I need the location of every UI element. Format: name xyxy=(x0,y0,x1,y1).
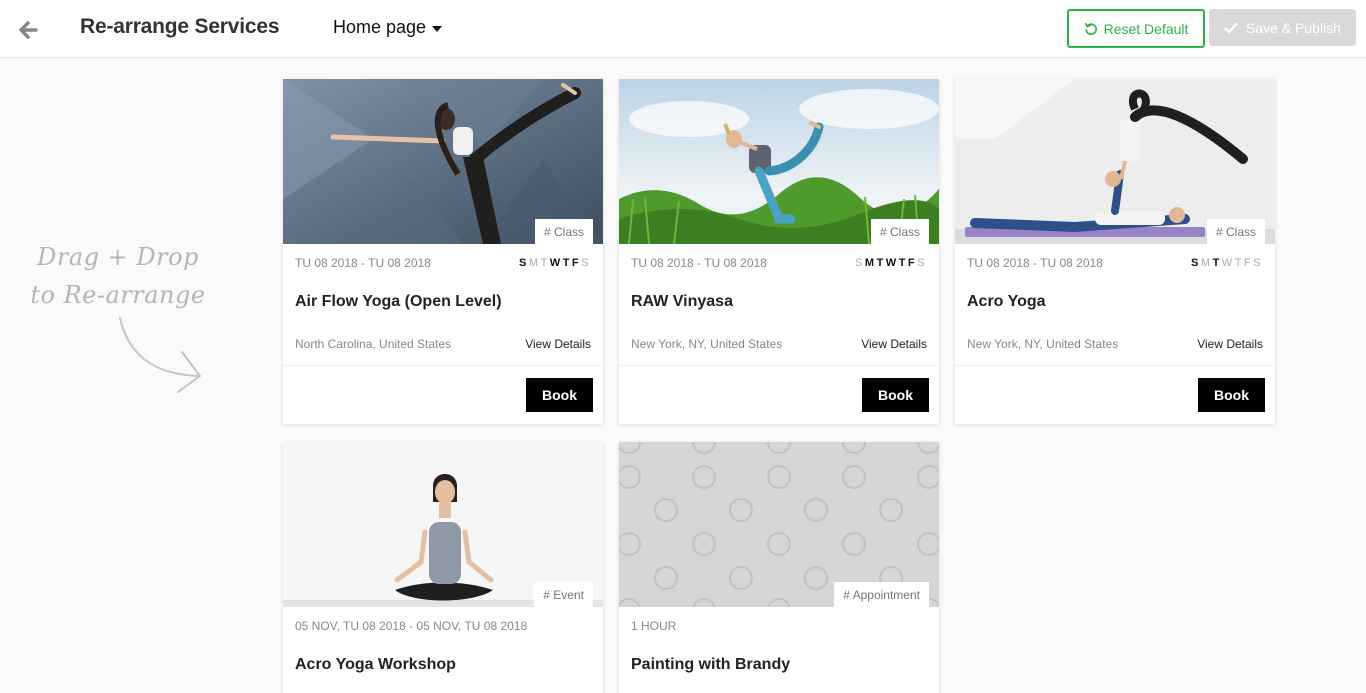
day-friday: F xyxy=(571,257,582,269)
day-sunday: S xyxy=(1191,257,1201,269)
day-tuesday: T xyxy=(1212,257,1222,269)
date-range: 05 NOV, TU 08 2018 - 05 NOV, TU 08 2018 xyxy=(295,619,528,633)
date-range: TU 08 2018 - TU 08 2018 xyxy=(631,256,767,270)
service-card[interactable]: # Class TU 08 2018 - TU 08 2018 SMTWTFS … xyxy=(283,79,603,424)
service-location: North Carolina, United States xyxy=(295,336,452,351)
duration: 1 HOUR xyxy=(631,619,677,633)
service-image: # Class xyxy=(283,79,603,244)
save-publish-label: Save & Publish xyxy=(1246,19,1341,36)
service-card[interactable]: # Class TU 08 2018 - TU 08 2018 SMTWTFS … xyxy=(619,79,939,424)
top-bar: Re-arrange Services Home page Reset Defa… xyxy=(0,0,1366,58)
day-wednesday: W xyxy=(1221,257,1235,269)
day-wednesday: W xyxy=(549,257,563,269)
view-details-link[interactable]: View Details xyxy=(525,337,591,351)
service-title: Painting with Brandy xyxy=(631,656,791,673)
day-thursday: T xyxy=(1234,257,1244,269)
service-location: New York, NY, United States xyxy=(967,336,1119,351)
day-monday: M xyxy=(528,257,541,269)
day-thursday: T xyxy=(898,257,908,269)
view-details-link[interactable]: View Details xyxy=(1197,337,1263,351)
save-publish-button[interactable]: Save & Publish xyxy=(1209,9,1356,46)
day-saturday: S xyxy=(1253,257,1263,269)
drag-hint: Drag + Drop to Re-arrange xyxy=(18,238,218,314)
service-image: # Class xyxy=(619,79,939,244)
service-image: # Event xyxy=(283,442,603,607)
service-card[interactable]: # Class TU 08 2018 - TU 08 2018 SMTWTFS … xyxy=(955,79,1275,424)
day-monday: M xyxy=(864,257,877,269)
service-title: Acro Yoga Workshop xyxy=(295,656,456,673)
category-tag: # Appointment xyxy=(834,582,929,607)
service-card[interactable]: # Event 05 NOV, TU 08 2018 - 05 NOV, TU … xyxy=(283,442,603,693)
caret-down-icon xyxy=(432,25,443,32)
weekday-indicator: SMTWTFS xyxy=(519,257,591,269)
category-tag: # Event xyxy=(534,582,593,607)
service-title: Air Flow Yoga (Open Level) xyxy=(295,293,502,310)
day-monday: M xyxy=(1200,257,1213,269)
category-tag: # Class xyxy=(534,219,593,244)
curved-arrow-icon xyxy=(119,317,201,393)
date-range: TU 08 2018 - TU 08 2018 xyxy=(967,256,1103,270)
service-title: RAW Vinyasa xyxy=(631,293,733,310)
category-tag: # Class xyxy=(870,219,929,244)
day-saturday: S xyxy=(581,257,591,269)
reset-default-label: Reset Default xyxy=(1103,20,1189,37)
day-wednesday: W xyxy=(885,257,899,269)
page-title: Re-arrange Services xyxy=(80,15,280,38)
drag-hint-line-2: to Re-arrange xyxy=(30,281,206,309)
reset-default-button[interactable]: Reset Default xyxy=(1067,9,1205,48)
day-tuesday: T xyxy=(540,257,550,269)
service-image: # Class xyxy=(955,79,1275,244)
drag-hint-line-1: Drag + Drop xyxy=(37,243,199,271)
day-sunday: S xyxy=(855,257,865,269)
day-tuesday: T xyxy=(876,257,886,269)
page-select-dropdown[interactable]: Home page xyxy=(333,17,443,38)
day-friday: F xyxy=(907,257,918,269)
page-select-label: Home page xyxy=(333,17,427,37)
view-details-link[interactable]: View Details xyxy=(861,337,927,351)
service-image: # Appointment xyxy=(619,442,939,607)
category-tag: # Class xyxy=(1206,219,1265,244)
service-title: Acro Yoga xyxy=(967,293,1046,310)
day-saturday: S xyxy=(917,257,927,269)
weekday-indicator: SMTWTFS xyxy=(1191,257,1263,269)
day-thursday: T xyxy=(562,257,572,269)
date-range: TU 08 2018 - TU 08 2018 xyxy=(295,256,431,270)
reset-icon xyxy=(1084,22,1097,35)
day-friday: F xyxy=(1243,257,1254,269)
arrow-left-icon[interactable] xyxy=(14,16,42,44)
service-card[interactable]: # Appointment 1 HOUR Painting with Brand… xyxy=(619,442,939,693)
book-button[interactable]: Book xyxy=(526,378,593,412)
service-location: New York, NY, United States xyxy=(631,336,783,351)
book-button[interactable]: Book xyxy=(862,378,929,412)
book-button[interactable]: Book xyxy=(1198,378,1265,412)
weekday-indicator: SMTWTFS xyxy=(855,257,927,269)
check-icon xyxy=(1224,22,1238,33)
day-sunday: S xyxy=(519,257,529,269)
